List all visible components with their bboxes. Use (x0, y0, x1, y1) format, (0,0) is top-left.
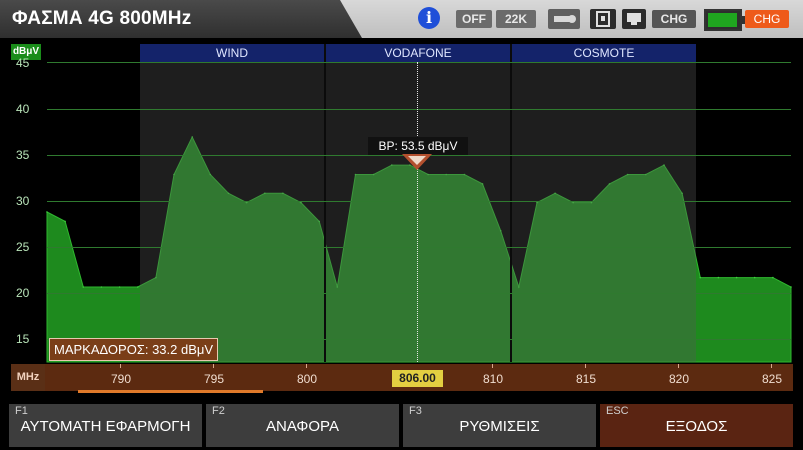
spectrum-point (100, 286, 103, 288)
band-wind: WIND (140, 44, 324, 62)
marker-triangle-inner (408, 156, 426, 165)
f2-key-label: F2 (212, 405, 225, 417)
charging-badge: CHG (745, 10, 789, 28)
lnb-icon (548, 9, 580, 29)
y-tick-label: 40 (16, 102, 30, 116)
spectrum-point (64, 220, 66, 223)
esc-key-label: ESC (606, 405, 629, 417)
f2-label: ΑΝΑΦΟΡΑ (266, 418, 339, 435)
info-button[interactable]: i (418, 7, 440, 29)
band-shade-cosmote (512, 62, 696, 362)
band-separator (510, 44, 512, 362)
x-tick-label: 815 (576, 372, 597, 386)
sim-card-icon (590, 9, 616, 29)
bp-label: BP: 53.5 dBμV (368, 137, 468, 155)
x-tick-label: 820 (669, 372, 690, 386)
22k-toggle[interactable]: 22K (496, 10, 536, 28)
spectrum-point (82, 286, 85, 288)
esc-label: ΕΞΟΔΟΣ (665, 418, 728, 435)
y-tick-label: 20 (16, 286, 30, 300)
f1-key-label: F1 (15, 405, 28, 417)
x-tick (771, 364, 772, 368)
x-tick (678, 364, 679, 368)
gridline (47, 201, 791, 202)
esc-exit-button[interactable]: ESC ΕΞΟΔΟΣ (600, 404, 793, 447)
gridline (47, 293, 791, 294)
marker-readout: ΜΑΡΚΑΔΟΡΟΣ: 33.2 dBμV (49, 338, 219, 361)
spectrum-point (46, 211, 48, 213)
band-vodafone: VODAFONE (326, 44, 510, 62)
y-tick-label: 15 (16, 332, 30, 346)
f3-key-label: F3 (409, 405, 422, 417)
spectrum-point (118, 286, 121, 288)
x-tick (585, 364, 586, 368)
gridline (47, 62, 791, 63)
band-cosmote: COSMOTE (512, 44, 696, 62)
f3-label: ΡΥΘΜΙΣΕΙΣ (459, 418, 540, 435)
page-title: ΦΑΣΜΑ 4G 800MHz (12, 8, 192, 29)
x-tick (213, 364, 214, 368)
x-tick (492, 364, 493, 368)
x-tick-label: 810 (483, 372, 504, 386)
band-separator (324, 44, 326, 362)
off-toggle[interactable]: OFF (456, 10, 492, 28)
gridline (47, 247, 791, 248)
y-tick-label: 35 (16, 148, 30, 162)
y-tick-label: 30 (16, 194, 30, 208)
spectrum-point (790, 286, 792, 288)
band-shade-vodafone (326, 62, 510, 362)
span-scrollbar[interactable] (78, 390, 263, 393)
f2-report-button[interactable]: F2 ΑΝΑΦΟΡΑ (206, 404, 399, 447)
chg-indicator: CHG (652, 10, 696, 28)
x-tick-label: 795 (204, 372, 225, 386)
x-tick (120, 364, 121, 368)
title-box: ΦΑΣΜΑ 4G 800MHz (0, 0, 362, 38)
spectrum-point (753, 276, 756, 279)
gridline (47, 109, 791, 110)
f1-label: ΑΥΤΟΜΑΤΗ ΕΦΑΡΜΟΓΗ (20, 418, 191, 435)
spectrum-point (699, 276, 702, 279)
band-shade-wind (140, 62, 324, 362)
spectrum-point (136, 286, 139, 288)
f3-settings-button[interactable]: F3 ΡΥΘΜΙΣΕΙΣ (403, 404, 596, 447)
center-frequency[interactable]: 806.00 (392, 370, 443, 387)
spectrum-point (772, 276, 774, 279)
marker-line[interactable] (417, 62, 418, 362)
x-tick-label: 790 (111, 372, 132, 386)
spectrum-point (735, 276, 738, 279)
x-unit-label: MHz (11, 364, 45, 391)
f1-auto-apply-button[interactable]: F1 ΑΥΤΟΜΑΤΗ ΕΦΑΡΜΟΓΗ (9, 404, 202, 447)
spectrum-point (717, 276, 720, 279)
x-tick-label: 800 (297, 372, 318, 386)
battery-icon (704, 9, 745, 31)
x-tick-label: 825 (762, 372, 783, 386)
x-tick (306, 364, 307, 368)
ethernet-icon (622, 9, 646, 29)
y-tick-label: 25 (16, 240, 30, 254)
y-tick-label: 45 (16, 56, 30, 70)
